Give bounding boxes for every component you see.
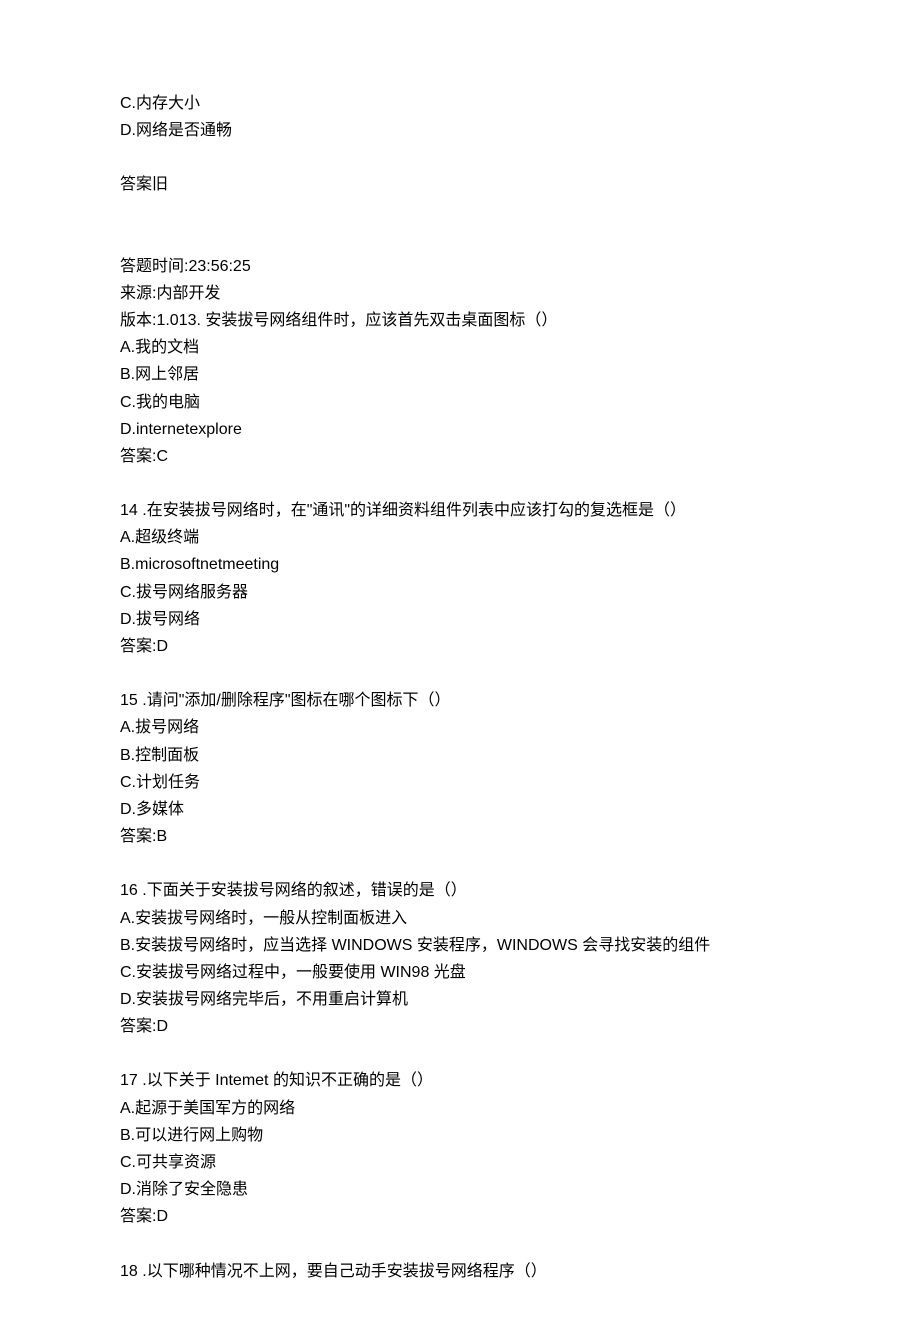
answer-label: 答案旧: [120, 171, 800, 198]
source-label: 来源:内部开发: [120, 280, 800, 307]
q13-option-d: D.internetexplore: [120, 416, 800, 443]
q15-stem: 15 .请问"添加/删除程序"图标在哪个图标下（）: [120, 687, 800, 714]
time-label: 答题时间:23:56:25: [120, 253, 800, 280]
q18-stem: 18 .以下哪种情况不上网，要自己动手安装拔号网络程序（）: [120, 1258, 800, 1285]
q13-option-b: B.网上邻居: [120, 361, 800, 388]
q15-option-d: D.多媒体: [120, 796, 800, 823]
q17-option-a: A.起源于美国军方的网络: [120, 1095, 800, 1122]
option-d: D.网络是否通畅: [120, 117, 800, 144]
q14-option-d: D.拔号网络: [120, 606, 800, 633]
q13-option-a: A.我的文档: [120, 334, 800, 361]
q17-stem: 17 .以下关于 Intemet 的知识不正确的是（）: [120, 1067, 800, 1094]
q16-option-d: D.安装拔号网络完毕后，不用重启计算机: [120, 986, 800, 1013]
q15-option-c: C.计划任务: [120, 769, 800, 796]
q16-option-a: A.安装拔号网络时，一般从控制面板进入: [120, 905, 800, 932]
q13-answer: 答案:C: [120, 443, 800, 470]
q15-option-a: A.拔号网络: [120, 714, 800, 741]
q14-stem: 14 .在安装拔号网络时，在"通讯"的详细资料组件列表中应该打勾的复选框是（）: [120, 497, 800, 524]
q14-option-b: B.microsoftnetmeeting: [120, 551, 800, 578]
q14-answer: 答案:D: [120, 633, 800, 660]
version-and-q13-stem: 版本:1.013. 安装拔号网络组件时，应该首先双击桌面图标（）: [120, 307, 800, 334]
q16-answer: 答案:D: [120, 1013, 800, 1040]
q17-option-b: B.可以进行网上购物: [120, 1122, 800, 1149]
option-c: C.内存大小: [120, 90, 800, 117]
q16-option-b: B.安装拔号网络时，应当选择 WINDOWS 安装程序，WINDOWS 会寻找安…: [120, 932, 800, 959]
q17-option-d: D.消除了安全隐患: [120, 1176, 800, 1203]
q15-answer: 答案:B: [120, 823, 800, 850]
q13-option-c: C.我的电脑: [120, 389, 800, 416]
q17-answer: 答案:D: [120, 1203, 800, 1230]
q15-option-b: B.控制面板: [120, 742, 800, 769]
q17-option-c: C.可共享资源: [120, 1149, 800, 1176]
q14-option-c: C.拔号网络服务器: [120, 579, 800, 606]
q16-option-c: C.安装拔号网络过程中，一般要使用 WIN98 光盘: [120, 959, 800, 986]
q14-option-a: A.超级终端: [120, 524, 800, 551]
q16-stem: 16 .下面关于安装拔号网络的叙述，错误的是（）: [120, 877, 800, 904]
